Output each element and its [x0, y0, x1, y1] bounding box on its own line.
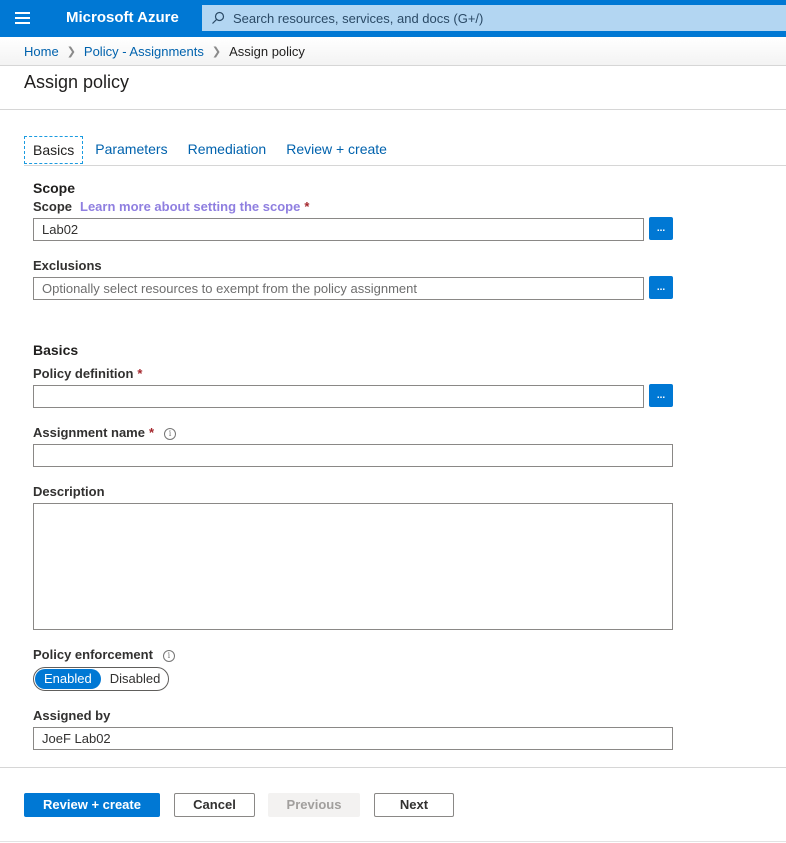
- exclusions-input[interactable]: Optionally select resources to exempt fr…: [33, 277, 644, 300]
- info-icon[interactable]: i: [162, 649, 175, 662]
- tab-remediation[interactable]: Remediation: [180, 136, 275, 164]
- search-input[interactable]: Search resources, services, and docs (G+…: [202, 5, 786, 31]
- policy-definition-input[interactable]: [33, 385, 644, 408]
- breadcrumb: Home ❯ Policy - Assignments ❯ Assign pol…: [0, 37, 786, 66]
- policy-definition-label-text: Policy definition: [33, 366, 134, 381]
- basics-section-heading: Basics: [33, 342, 79, 358]
- tab-parameters[interactable]: Parameters: [87, 136, 175, 164]
- scope-section-heading: Scope: [33, 180, 76, 196]
- assignment-name-label: Assignment name * i: [33, 425, 177, 440]
- divider: [0, 109, 786, 110]
- divider: [0, 767, 786, 768]
- scope-input[interactable]: Lab02: [33, 218, 644, 241]
- assignment-name-input[interactable]: [33, 444, 673, 467]
- tab-bar: Basics Parameters Remediation Review + c…: [24, 136, 399, 164]
- divider: [24, 165, 786, 166]
- policy-enforcement-toggle[interactable]: Enabled Disabled: [33, 667, 169, 691]
- hamburger-menu-icon[interactable]: [15, 12, 30, 24]
- cancel-button[interactable]: Cancel: [174, 793, 255, 817]
- page-title: Assign policy: [24, 72, 130, 92]
- scope-label-text: Scope: [33, 199, 73, 214]
- chevron-right-icon: ❯: [211, 45, 222, 58]
- review-create-button[interactable]: Review + create: [24, 793, 160, 817]
- search-placeholder: Search resources, services, and docs (G+…: [233, 10, 484, 26]
- description-label: Description: [33, 484, 105, 499]
- policy-enforcement-label-text: Policy enforcement: [33, 647, 153, 662]
- assigned-by-input[interactable]: JoeF Lab02: [33, 727, 673, 750]
- scope-browse-button[interactable]: ...: [649, 217, 673, 240]
- breadcrumb-current: Assign policy: [229, 43, 305, 59]
- breadcrumb-home[interactable]: Home: [24, 44, 59, 59]
- tab-basics[interactable]: Basics: [24, 136, 84, 164]
- brand-title[interactable]: Microsoft Azure: [66, 9, 179, 26]
- breadcrumb-policy-assignments[interactable]: Policy - Assignments: [84, 44, 204, 59]
- policy-definition-browse-button[interactable]: ...: [649, 384, 673, 407]
- assignment-name-label-text: Assignment name: [33, 425, 145, 440]
- previous-button[interactable]: Previous: [268, 793, 360, 817]
- learn-more-scope-link[interactable]: Learn more about setting the scope: [80, 199, 300, 214]
- chevron-right-icon: ❯: [66, 45, 76, 58]
- next-button[interactable]: Next: [374, 793, 454, 817]
- exclusions-browse-button[interactable]: ...: [649, 276, 673, 299]
- tab-review-create[interactable]: Review + create: [278, 136, 395, 164]
- assigned-by-label: Assigned by: [33, 708, 111, 723]
- required-marker: *: [148, 425, 155, 440]
- scope-label: Scope Learn more about setting the scope *: [33, 199, 309, 214]
- policy-enforcement-label: Policy enforcement i: [33, 647, 175, 662]
- policy-definition-label: Policy definition *: [33, 366, 142, 381]
- enforcement-enabled-option[interactable]: Enabled: [35, 669, 101, 689]
- exclusions-label: Exclusions: [33, 258, 102, 273]
- required-marker: *: [304, 199, 310, 214]
- info-icon[interactable]: i: [164, 427, 177, 440]
- divider: [0, 841, 786, 842]
- description-textarea[interactable]: [33, 503, 673, 630]
- top-bar: Microsoft Azure Search resources, servic…: [0, 0, 786, 37]
- required-marker: *: [137, 366, 143, 381]
- search-icon: [212, 11, 225, 24]
- enforcement-disabled-option[interactable]: Disabled: [101, 669, 170, 689]
